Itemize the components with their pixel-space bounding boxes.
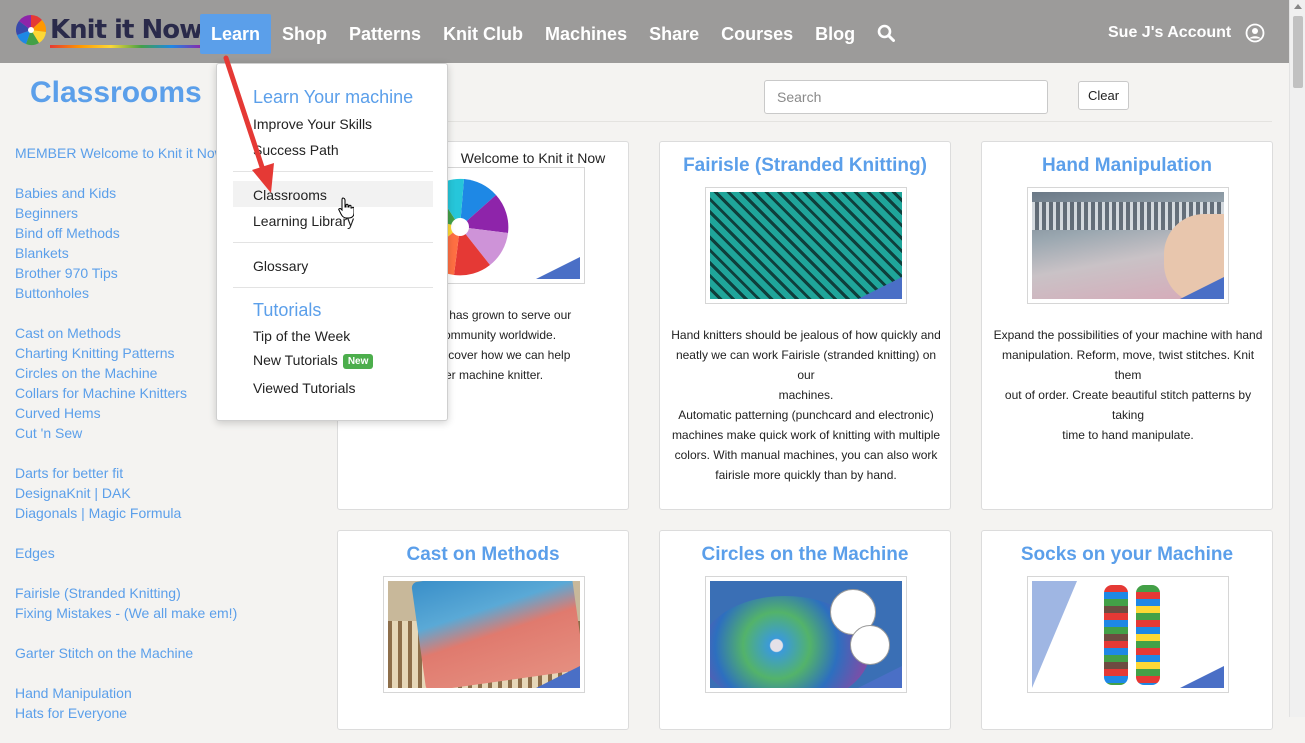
site-logo[interactable]: Knit it Now xyxy=(14,12,203,48)
menu-heading-learn-machine[interactable]: Learn Your machine xyxy=(253,87,413,108)
card-thumbnail[interactable] xyxy=(705,187,907,304)
main-nav: Learn Shop Patterns Knit Club Machines S… xyxy=(200,14,866,54)
sidebar-link[interactable]: Hats for Everyone xyxy=(15,703,230,723)
nav-patterns[interactable]: Patterns xyxy=(338,14,432,54)
nav-blog[interactable]: Blog xyxy=(804,14,866,54)
menu-heading-tutorials[interactable]: Tutorials xyxy=(253,300,321,321)
menu-item-classrooms[interactable]: Classrooms xyxy=(253,187,327,203)
card-thumbnail[interactable] xyxy=(1027,187,1229,304)
nav-share[interactable]: Share xyxy=(638,14,710,54)
sidebar-link[interactable]: Charting Knitting Patterns xyxy=(15,343,230,363)
search-icon[interactable] xyxy=(877,24,895,42)
sidebar-group: Darts for better fit DesignaKnit | DAK Dia… xyxy=(15,463,230,523)
hand-pointer-cursor-icon xyxy=(338,197,354,219)
sidebar-link[interactable]: Collars for Machine Knitters xyxy=(15,383,230,403)
nav-machines[interactable]: Machines xyxy=(534,14,638,54)
sidebar-link[interactable]: Darts for better fit xyxy=(15,463,230,483)
page-scrollbar[interactable] xyxy=(1289,0,1305,717)
sidebar-link[interactable]: Cast on Methods xyxy=(15,323,230,343)
menu-divider xyxy=(233,287,433,288)
sidebar-link[interactable]: Blankets xyxy=(15,243,230,263)
clear-button[interactable]: Clear xyxy=(1078,81,1129,110)
sidebar-link[interactable]: DesignaKnit | DAK xyxy=(15,483,230,503)
classroom-card-hand-manipulation[interactable]: Hand Manipulation Expand the possibiliti… xyxy=(981,141,1273,510)
sidebar-link[interactable]: Beginners xyxy=(15,203,230,223)
menu-item-new-tutorials[interactable]: New Tutorials New xyxy=(253,352,374,369)
user-circle-icon[interactable] xyxy=(1245,23,1265,43)
sidebar-link[interactable]: Buttonholes xyxy=(15,283,230,303)
sidebar-link[interactable]: Hand Manipulation xyxy=(15,683,230,703)
menu-item-viewed-tutorials[interactable]: Viewed Tutorials xyxy=(253,380,355,396)
sidebar-group: Garter Stitch on the Machine xyxy=(15,643,230,663)
menu-item-tip-of-week[interactable]: Tip of the Week xyxy=(253,328,350,344)
nav-knit-club[interactable]: Knit Club xyxy=(432,14,534,54)
sidebar-link[interactable]: Fairisle (Stranded Knitting) xyxy=(15,583,230,603)
sidebar-group: Edges xyxy=(15,543,230,563)
sidebar-link[interactable]: Circles on the Machine xyxy=(15,363,230,383)
account-link[interactable]: Sue J's Account xyxy=(1108,24,1231,42)
menu-item-improve-skills[interactable]: Improve Your Skills xyxy=(253,116,372,132)
learn-dropdown-menu: Learn Your machine Improve Your Skills S… xyxy=(216,63,448,421)
sidebar-link[interactable]: Cut 'n Sew xyxy=(15,423,230,443)
sidebar-link[interactable]: Brother 970 Tips xyxy=(15,263,230,283)
card-title[interactable]: Fairisle (Stranded Knitting) xyxy=(660,155,950,177)
card-thumbnail[interactable] xyxy=(705,576,907,693)
classroom-card-fairisle[interactable]: Fairisle (Stranded Knitting) Hand knitte… xyxy=(659,141,951,510)
menu-divider xyxy=(233,242,433,243)
menu-item-glossary[interactable]: Glossary xyxy=(253,258,308,274)
search-input[interactable] xyxy=(764,80,1048,114)
card-title[interactable]: Cast on Methods xyxy=(338,544,628,566)
sidebar-group: Cast on Methods Charting Knitting Pattern… xyxy=(15,323,230,443)
menu-item-success-path[interactable]: Success Path xyxy=(253,142,339,158)
classroom-sidebar: MEMBER Welcome to Knit it Now Babies and … xyxy=(15,143,237,743)
classroom-card-socks[interactable]: Socks on your Machine xyxy=(981,530,1273,730)
sidebar-group: Hand Manipulation Hats for Everyone xyxy=(15,683,230,723)
logo-text: Knit it Now xyxy=(50,15,203,48)
sidebar-link[interactable]: Bind off Methods xyxy=(15,223,230,243)
sidebar-link[interactable]: MEMBER Welcome to Knit it Now xyxy=(15,143,230,163)
sidebar-link[interactable]: Garter Stitch on the Machine xyxy=(15,643,230,663)
sidebar-link[interactable]: Fixing Mistakes - (We all make em!) xyxy=(15,603,237,623)
top-nav-bar: Knit it Now Learn Shop Patterns Knit Clu… xyxy=(0,0,1289,63)
card-description: Hand knitters should be jealous of how q… xyxy=(671,328,941,482)
scrollbar-thumb[interactable] xyxy=(1293,16,1303,88)
card-title[interactable]: Socks on your Machine xyxy=(982,544,1272,566)
sidebar-link[interactable]: Curved Hems xyxy=(15,403,230,423)
sidebar-link[interactable]: Diagonals | Magic Formula xyxy=(15,503,230,523)
sidebar-group: Babies and Kids Beginners Bind off Methods… xyxy=(15,183,230,303)
divider xyxy=(338,121,1272,122)
sidebar-link[interactable]: Babies and Kids xyxy=(15,183,230,203)
card-thumbnail[interactable] xyxy=(383,576,585,693)
new-badge: New xyxy=(342,353,374,369)
scroll-up-arrow-icon[interactable] xyxy=(1294,4,1302,9)
card-title[interactable]: Hand Manipulation xyxy=(982,155,1272,177)
menu-divider xyxy=(233,171,433,172)
sidebar-group: MEMBER Welcome to Knit it Now xyxy=(15,143,230,163)
card-thumbnail[interactable] xyxy=(1027,576,1229,693)
sidebar-group: Fairisle (Stranded Knitting) Fixing Mista… xyxy=(15,583,237,623)
nav-learn[interactable]: Learn xyxy=(200,14,272,54)
card-description: Expand the possibilities of your machine… xyxy=(993,328,1263,442)
nav-courses[interactable]: Courses xyxy=(710,14,804,54)
classroom-card-circles[interactable]: Circles on the Machine xyxy=(659,530,951,730)
nav-shop[interactable]: Shop xyxy=(271,14,338,54)
card-title[interactable]: Circles on the Machine xyxy=(660,544,950,566)
pinwheel-logo-icon xyxy=(16,15,47,46)
page-title: Classrooms xyxy=(30,76,202,109)
sidebar-link[interactable]: Edges xyxy=(15,543,230,563)
classroom-card-cast-on[interactable]: Cast on Methods xyxy=(337,530,629,730)
